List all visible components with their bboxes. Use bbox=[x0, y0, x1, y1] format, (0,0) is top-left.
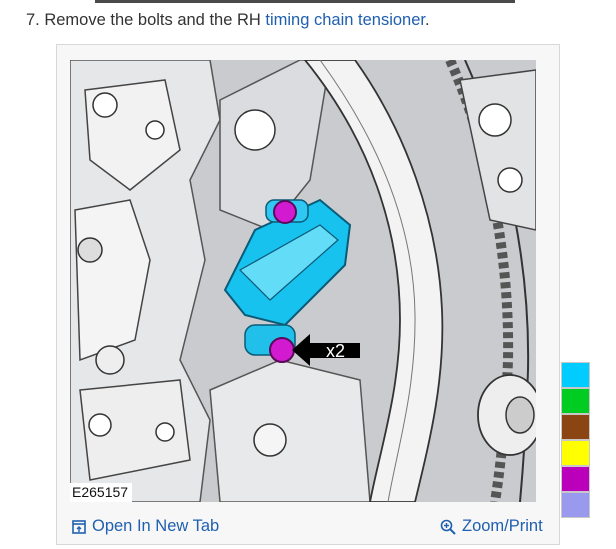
zoom-print-label: Zoom/Print bbox=[462, 517, 543, 535]
step-period: . bbox=[425, 11, 430, 29]
color-key bbox=[561, 362, 590, 518]
zoom-print-link[interactable]: Zoom/Print bbox=[440, 517, 543, 536]
engine-illustration[interactable]: x2 E265157 bbox=[70, 60, 536, 502]
callout-label: x2 bbox=[326, 341, 345, 361]
zoom-in-icon bbox=[440, 519, 456, 535]
tensioner-link[interactable]: timing chain tensioner bbox=[265, 11, 425, 29]
open-new-tab-icon bbox=[72, 519, 86, 534]
color-swatch bbox=[561, 362, 590, 388]
color-swatch bbox=[561, 492, 590, 518]
top-edge-strip bbox=[95, 0, 515, 3]
step-text: 7. Remove the bolts and the RH bbox=[26, 11, 266, 29]
engine-drawing: x2 bbox=[70, 60, 536, 502]
step-instruction: 7. Remove the bolts and the RH timing ch… bbox=[26, 11, 430, 30]
color-swatch bbox=[561, 440, 590, 466]
figure-id: E265157 bbox=[70, 483, 133, 502]
open-in-new-tab-link[interactable]: Open In New Tab bbox=[72, 517, 219, 536]
color-swatch bbox=[561, 388, 590, 414]
open-in-new-tab-label: Open In New Tab bbox=[92, 517, 220, 535]
color-swatch bbox=[561, 414, 590, 440]
color-swatch bbox=[561, 466, 590, 492]
